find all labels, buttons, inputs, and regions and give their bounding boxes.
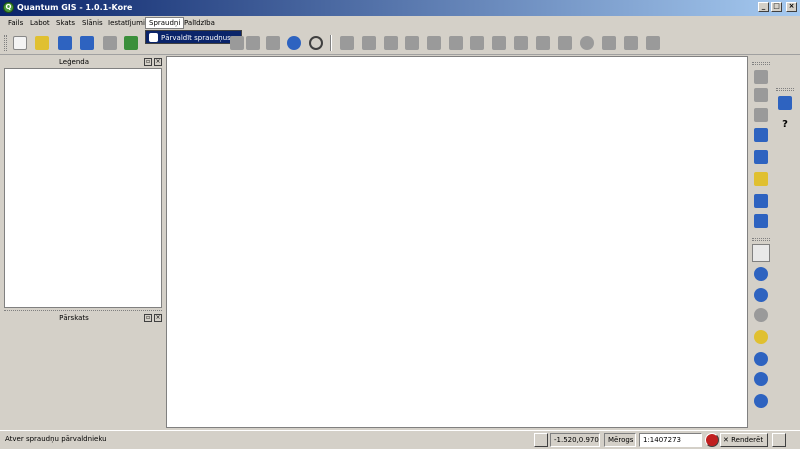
- add-ring-icon[interactable]: [427, 36, 441, 50]
- new-bookmark-icon[interactable]: [754, 194, 768, 208]
- menu-view[interactable]: Skats: [53, 17, 78, 29]
- layer-tool-2-icon[interactable]: [266, 36, 280, 50]
- menu-edit[interactable]: Labot: [27, 17, 53, 29]
- cancel-icon[interactable]: [580, 36, 594, 50]
- toolbar-separator: [330, 35, 332, 51]
- add-vertex-icon[interactable]: [492, 36, 506, 50]
- title-bar: Q Quantum GIS - 1.0.1-Kore _ □ ×: [0, 0, 800, 16]
- open-table-icon[interactable]: [754, 108, 768, 122]
- window-title: Quantum GIS - 1.0.1-Kore: [17, 3, 133, 12]
- cut-features-icon[interactable]: [602, 36, 616, 50]
- plugin-manager-icon[interactable]: [778, 96, 792, 110]
- delete-selected-icon[interactable]: [558, 36, 572, 50]
- projection-icon[interactable]: [772, 433, 786, 447]
- pan-icon[interactable]: [752, 244, 770, 262]
- zoom-to-layer-icon[interactable]: [754, 352, 768, 366]
- show-bookmarks-icon[interactable]: [754, 214, 768, 228]
- checkbox-mark: ✕: [723, 436, 732, 444]
- split-features-icon[interactable]: [470, 36, 484, 50]
- overview-close-button[interactable]: ×: [154, 314, 162, 322]
- open-project-icon[interactable]: [35, 36, 49, 50]
- legend-dock-title: Leģenda: [58, 58, 89, 66]
- toggle-coords-icon[interactable]: [534, 433, 548, 447]
- whats-this-help-icon[interactable]: ?: [778, 118, 792, 132]
- capture-line-icon[interactable]: [362, 36, 376, 50]
- save-as-icon[interactable]: [80, 36, 94, 50]
- zoom-full-icon[interactable]: [754, 308, 768, 322]
- plugin-toolbar-handle[interactable]: [776, 88, 794, 91]
- menu-file[interactable]: Fails: [5, 17, 26, 29]
- nav-toolbar-handle[interactable]: [752, 238, 770, 241]
- save-project-icon[interactable]: [58, 36, 72, 50]
- status-bar: Atver spraudņu pārvaldnieku -1.520,0.970…: [0, 430, 800, 449]
- overview-float-button[interactable]: ▫: [144, 314, 152, 322]
- capture-point-icon[interactable]: [340, 36, 354, 50]
- zoom-last-icon[interactable]: [754, 372, 768, 386]
- add-island-icon[interactable]: [449, 36, 463, 50]
- identify-icon[interactable]: [754, 70, 768, 84]
- layer-tool-icon[interactable]: [230, 36, 244, 50]
- move-feature-icon[interactable]: [405, 36, 419, 50]
- zoom-to-selection-icon[interactable]: [754, 330, 768, 344]
- capture-polygon-icon[interactable]: [384, 36, 398, 50]
- menu-plugins[interactable]: Spraudņi: [145, 17, 185, 29]
- refresh-icon[interactable]: [754, 394, 768, 408]
- toolbar-handle[interactable]: [4, 35, 7, 51]
- menu-settings[interactable]: Iestatījumi: [105, 17, 148, 29]
- render-label: Renderēt: [731, 436, 764, 444]
- new-project-icon[interactable]: [13, 36, 27, 50]
- main-toolbar: [0, 31, 800, 55]
- scale-input[interactable]: 1:1407273: [639, 433, 702, 447]
- render-checkbox[interactable]: ✕ Renderēt: [720, 433, 768, 447]
- measure-line-icon[interactable]: [754, 128, 768, 142]
- delete-vertex-icon[interactable]: [536, 36, 550, 50]
- menu-layer[interactable]: Slānis: [79, 17, 106, 29]
- qgis-app-icon: Q: [3, 2, 14, 13]
- map-canvas[interactable]: [166, 56, 748, 428]
- copy-features-icon[interactable]: [624, 36, 638, 50]
- map-tips-icon[interactable]: [754, 172, 768, 186]
- move-vertex-icon[interactable]: [514, 36, 528, 50]
- menu-help[interactable]: Palīdzība: [181, 17, 218, 29]
- select-features-icon[interactable]: [754, 88, 768, 102]
- maximize-button[interactable]: □: [771, 2, 782, 12]
- legend-float-button[interactable]: ▫: [144, 58, 152, 66]
- stop-render-icon[interactable]: [705, 433, 719, 447]
- add-vector-layer-icon[interactable]: [124, 36, 138, 50]
- coordinate-display: -1.520,0.970: [550, 433, 600, 447]
- minimize-button[interactable]: _: [758, 2, 769, 12]
- print-icon[interactable]: [103, 36, 117, 50]
- zoom-out-icon[interactable]: [754, 288, 768, 302]
- status-message: Atver spraudņu pārvaldnieku: [5, 435, 107, 443]
- show-all-icon[interactable]: [287, 36, 301, 50]
- measure-area-icon[interactable]: [754, 150, 768, 164]
- legend-close-button[interactable]: ×: [154, 58, 162, 66]
- paste-features-icon[interactable]: [646, 36, 660, 50]
- legend-panel[interactable]: [4, 68, 162, 308]
- hide-all-icon[interactable]: [309, 36, 323, 50]
- scale-label: Mērogs: [604, 433, 636, 447]
- zoom-in-icon[interactable]: [754, 267, 768, 281]
- overview-dock-title: Pārskats: [59, 314, 89, 322]
- menu-bar: Fails Labot Skats Slānis Iestatījumi Spr…: [0, 16, 800, 30]
- remove-layer-icon[interactable]: [246, 36, 260, 50]
- right-toolbar-handle[interactable]: [752, 62, 770, 65]
- close-button[interactable]: ×: [786, 2, 797, 12]
